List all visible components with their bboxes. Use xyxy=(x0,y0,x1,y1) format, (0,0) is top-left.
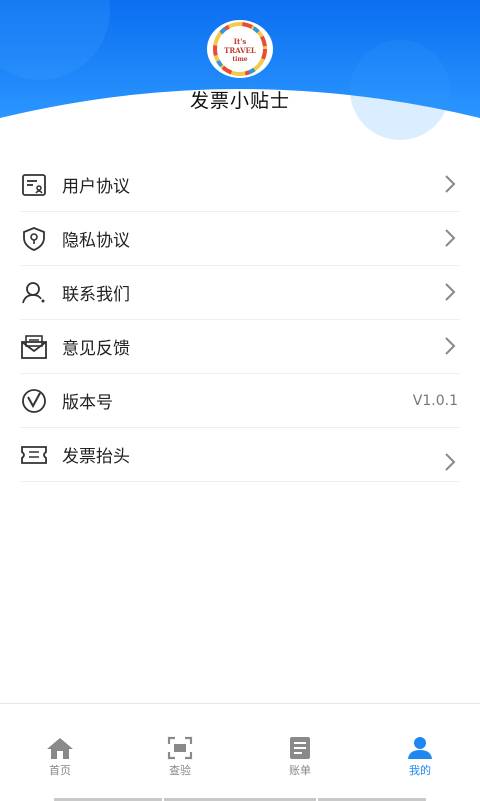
ticket-icon xyxy=(20,441,48,469)
document-user-icon xyxy=(20,171,48,199)
tab-label: 我的 xyxy=(409,764,431,777)
tab-label: 首页 xyxy=(49,764,71,777)
menu-item-label: 隐私协议 xyxy=(62,231,130,251)
menu-item-label: 意见反馈 xyxy=(62,339,130,359)
tab-check[interactable]: 查验 xyxy=(120,734,240,778)
header-banner: It's TRAVEL time 发票小贴士 xyxy=(0,0,480,150)
menu-item-privacy-agreement[interactable]: 隐私协议 xyxy=(20,212,460,266)
bottom-tab-bar: 首页 查验 账单 我的 xyxy=(0,703,480,801)
chevron-right-icon xyxy=(442,334,458,358)
app-title: 发票小贴士 xyxy=(189,90,290,112)
person-contact-icon xyxy=(20,279,48,307)
settings-menu: 用户协议 隐私协议 联系我们 意见反馈 版本号 V1.0.1 发票抬头 xyxy=(20,158,460,482)
menu-item-label: 用户协议 xyxy=(62,177,130,197)
tab-label: 查验 xyxy=(169,764,191,777)
menu-item-version: 版本号 V1.0.1 xyxy=(20,374,460,428)
profile-icon xyxy=(360,734,480,760)
version-value: V1.0.1 xyxy=(412,392,458,409)
mail-feedback-icon xyxy=(20,333,48,361)
tab-mine[interactable]: 我的 xyxy=(360,734,480,778)
menu-item-contact-us[interactable]: 联系我们 xyxy=(20,266,460,320)
menu-item-label: 版本号 xyxy=(62,393,113,413)
tab-home[interactable]: 首页 xyxy=(0,734,120,778)
menu-item-label: 发票抬头 xyxy=(62,447,130,467)
menu-item-label: 联系我们 xyxy=(62,285,130,305)
chevron-right-icon xyxy=(442,280,458,304)
tab-label: 账单 xyxy=(289,764,311,777)
version-v-icon xyxy=(20,387,48,415)
app-logo: It's TRAVEL time xyxy=(207,20,273,78)
svg-text:time: time xyxy=(232,56,247,63)
home-icon xyxy=(0,734,120,760)
bill-icon xyxy=(240,734,360,760)
chevron-right-icon xyxy=(442,172,458,196)
menu-item-invoice-header[interactable]: 发票抬头 xyxy=(20,428,460,482)
chevron-right-icon xyxy=(442,226,458,250)
menu-item-user-agreement[interactable]: 用户协议 xyxy=(20,158,460,212)
svg-text:TRAVEL: TRAVEL xyxy=(224,46,256,55)
chevron-right-icon xyxy=(442,450,458,474)
scan-icon xyxy=(120,734,240,760)
menu-item-feedback[interactable]: 意见反馈 xyxy=(20,320,460,374)
svg-text:It's: It's xyxy=(234,37,247,46)
shield-lock-icon xyxy=(20,225,48,253)
tab-bill[interactable]: 账单 xyxy=(240,734,360,778)
